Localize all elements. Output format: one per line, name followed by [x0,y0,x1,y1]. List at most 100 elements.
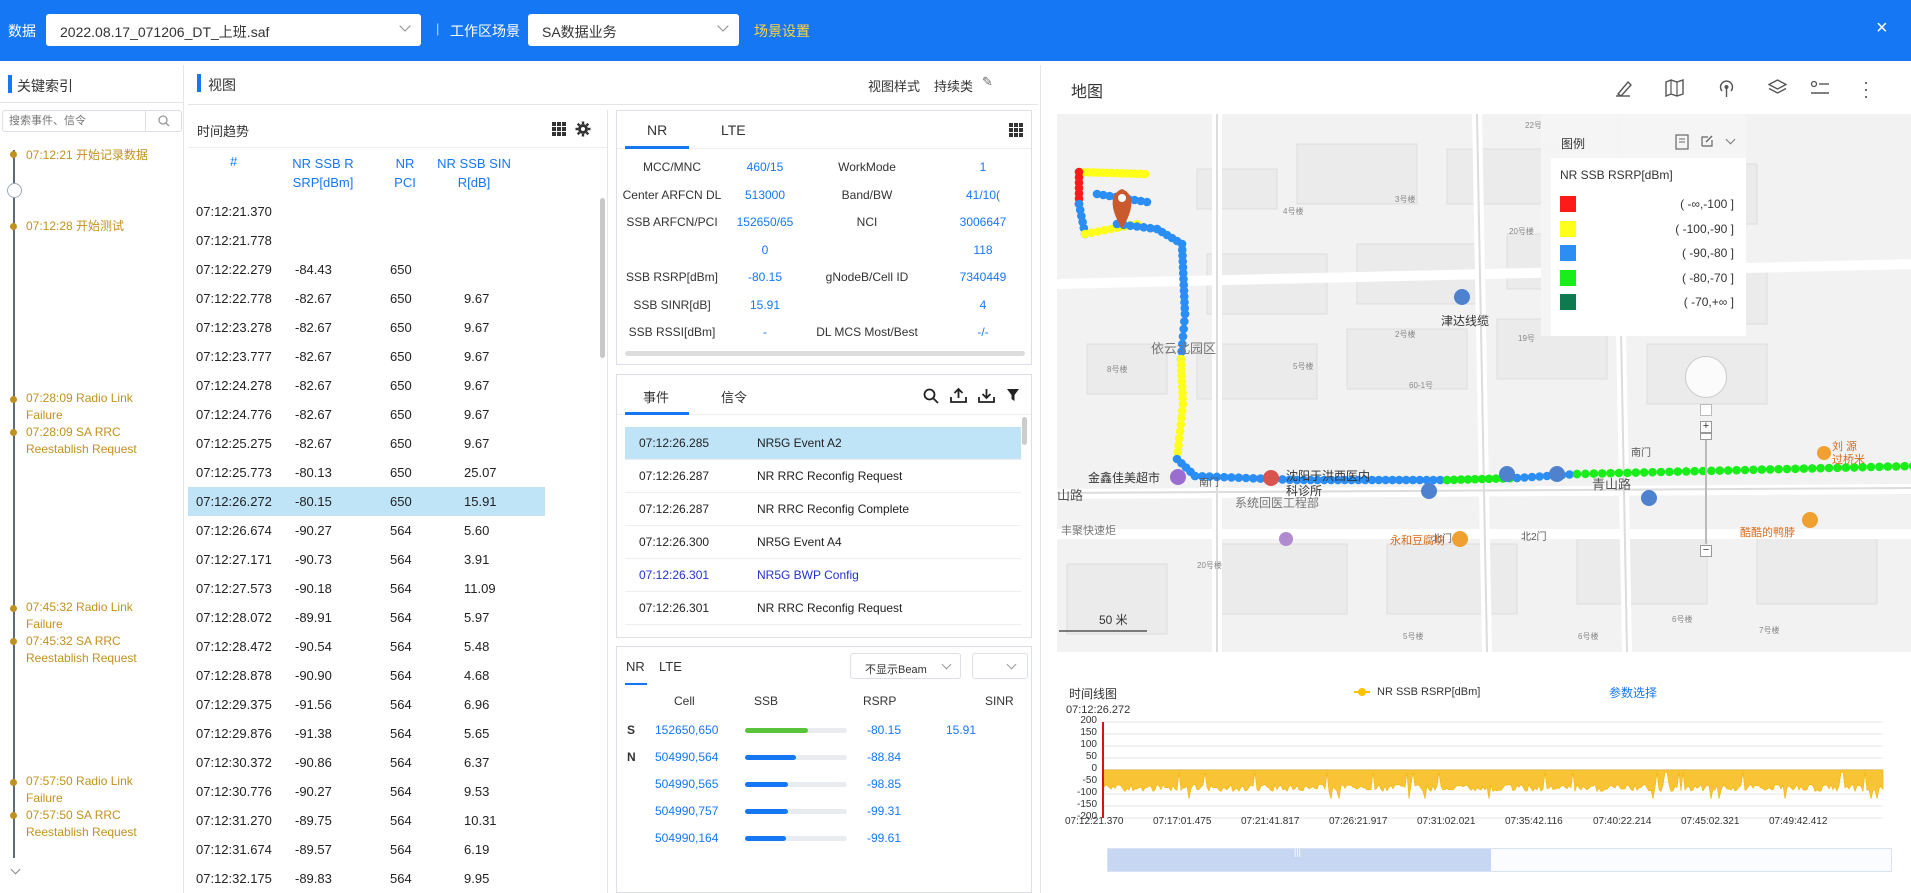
locate-icon[interactable] [1700,404,1712,416]
table-row[interactable]: 07:12:31.674 -89.57 564 6.19 [188,835,545,864]
column-select[interactable] [972,653,1028,679]
table-row[interactable]: 07:12:29.876 -91.38 564 5.65 [188,719,545,748]
table-row[interactable]: 07:12:28.472 -90.54 564 5.48 [188,632,545,661]
chevron-down-icon[interactable] [1725,134,1736,145]
index-event[interactable]: 07:45:32 SA RRC Reestablish Request [26,633,176,667]
index-event[interactable]: 07:57:50 SA RRC Reestablish Request [26,807,176,841]
table-row[interactable]: 07:12:22.778 -82.67 650 9.67 [188,284,545,313]
table-row[interactable]: 07:12:28.878 -90.90 564 4.68 [188,661,545,690]
cell-row[interactable]: 504990,565 -98.85 [617,771,1031,798]
table-row[interactable]: 07:12:21.778 [188,226,545,255]
index-event[interactable]: 07:45:32 Radio Link Failure [26,599,146,633]
close-icon[interactable]: × [1876,17,1888,40]
file-select[interactable]: 2022.08.17_071206_DT_上班.saf [46,14,421,46]
table-row[interactable]: 07:12:24.776 -82.67 650 9.67 [188,400,545,429]
tab-lte[interactable]: LTE [721,122,746,138]
legend-item[interactable]: ( -70,+∞ ] [1551,294,1746,316]
measure-icon[interactable] [1615,79,1633,97]
map-icon[interactable] [1665,79,1684,97]
table-row[interactable]: 07:12:32.175 -89.83 564 9.95 [188,864,545,893]
zoom-slider-handle[interactable] [1700,433,1712,440]
event-row[interactable]: 07:12:26.285 NR5G Event A2 [625,427,1021,460]
col-header[interactable]: # [230,154,237,169]
legend-item[interactable]: ( -90,-80 ] [1551,245,1746,267]
list-settings-icon[interactable] [1810,80,1830,96]
grid-icon[interactable] [1009,123,1023,137]
filter-icon[interactable] [1007,389,1019,402]
tab-lte[interactable]: LTE [659,659,682,674]
beam-select[interactable]: 不显示Beam [850,653,961,679]
event-row[interactable]: 07:12:26.287 NR RRC Reconfig Request [625,460,1021,493]
download-icon[interactable] [978,387,995,404]
scrollbar[interactable] [1022,417,1027,445]
timeline-chart[interactable] [1057,710,1907,870]
layers-icon[interactable] [1768,79,1787,97]
tab-events[interactable]: 事件 [643,387,669,406]
event-row[interactable]: 07:12:26.287 NR RRC Reconfig Complete [625,493,1021,526]
grid-icon[interactable] [552,122,566,136]
table-row[interactable]: 07:12:31.270 -89.75 564 10.31 [188,806,545,835]
table-row[interactable]: 07:12:25.773 -80.13 650 25.07 [188,458,545,487]
cell-row[interactable]: 504990,164 -99.61 [617,825,1031,852]
index-event[interactable]: 07:57:50 Radio Link Failure [26,773,146,807]
scrollbar[interactable] [625,351,1025,356]
tab-nr[interactable]: NR [647,122,667,138]
legend-item[interactable]: ( -∞,-100 ] [1551,196,1746,218]
table-row[interactable]: 07:12:29.375 -91.56 564 6.96 [188,690,545,719]
legend-item[interactable]: ( -100,-90 ] [1551,220,1746,243]
search-icon[interactable] [923,388,939,404]
legend-item[interactable]: ( -80,-70 ] [1551,269,1746,292]
slider-grip-icon[interactable]: ||| [1294,847,1301,857]
chevron-down-icon[interactable] [10,864,21,875]
zoom-in-icon[interactable]: + [1700,421,1712,433]
tab-signaling[interactable]: 信令 [721,387,747,406]
table-row[interactable]: 07:12:26.272 -80.15 650 15.91 [188,487,545,516]
map-canvas[interactable]: 依云北园区 金鑫佳美超市 沈阳于洪西医内科诊所 津达线缆 青山路 山路 丰聚快速… [1057,114,1911,652]
cell-row[interactable]: S 152650,650 -80.15 15.91 [617,717,1031,744]
search-input[interactable] [9,113,139,129]
table-row[interactable]: 07:12:25.275 -82.67 650 9.67 [188,429,545,458]
antenna-icon[interactable] [1717,79,1736,98]
scene-select[interactable]: SA数据业务 [528,14,739,46]
report-icon[interactable] [1675,134,1689,150]
col-header[interactable]: NR SSB RSRP[dBm] [291,154,355,192]
scene-settings-link[interactable]: 场景设置 [754,21,810,41]
event-row[interactable]: 07:12:26.300 NR5G Event A4 [625,526,1021,559]
table-row[interactable]: 07:12:26.674 -90.27 564 5.60 [188,516,545,545]
index-event[interactable]: 07:28:09 SA RRC Reestablish Request [26,424,176,458]
index-event[interactable]: 07:12:28 开始测试 [26,217,176,234]
edit-icon[interactable] [1700,134,1714,148]
event-row[interactable]: 07:12:26.301 NR RRC Reconfig Request [625,592,1021,625]
table-row[interactable]: 07:12:21.370 [188,197,545,226]
zoom-slider[interactable] [1705,436,1707,544]
table-row[interactable]: 07:12:30.776 -90.27 564 9.53 [188,777,545,806]
more-icon[interactable]: · · · [1856,73,1876,105]
search-icon[interactable] [158,115,170,127]
event-row[interactable]: 07:12:26.301 NR5G BWP Config [625,559,1021,592]
tab-nr[interactable]: NR [626,659,645,674]
time-range-slider[interactable]: ||| [1107,847,1892,872]
index-event[interactable]: 07:12:21 开始记录数据 [26,146,176,163]
table-row[interactable]: 07:12:22.279 -84.43 650 [188,255,545,284]
col-header[interactable]: NR PCI [390,154,420,192]
gear-icon[interactable] [575,121,591,137]
table-row[interactable]: 07:12:23.777 -82.67 650 9.67 [188,342,545,371]
table-row[interactable]: 07:12:23.278 -82.67 650 9.67 [188,313,545,342]
view-style-button[interactable]: 视图样式 [868,76,920,95]
col-header[interactable]: NR SSB SINR[dB] [435,154,513,192]
upload-icon[interactable] [950,387,967,404]
table-row[interactable]: 07:12:27.171 -90.73 564 3.91 [188,545,545,574]
cell-row[interactable]: 504990,757 -99.31 [617,798,1031,825]
persist-button[interactable]: 持续类 [934,76,973,95]
index-event[interactable]: 07:28:09 Radio Link Failure [26,390,146,424]
pan-control[interactable] [1685,356,1727,398]
scrollbar[interactable] [600,198,605,358]
timeline-legend[interactable]: NR SSB RSRP[dBm] [1377,686,1480,698]
timeline-handle[interactable] [7,183,22,198]
zoom-out-icon[interactable]: − [1700,545,1712,557]
edit-icon[interactable]: ✎ [982,74,993,90]
table-row[interactable]: 07:12:27.573 -90.18 564 11.09 [188,574,545,603]
index-search-box[interactable] [2,110,182,132]
cell-row[interactable]: N 504990,564 -88.84 [617,744,1031,771]
param-select-link[interactable]: 参数选择 [1609,684,1657,701]
